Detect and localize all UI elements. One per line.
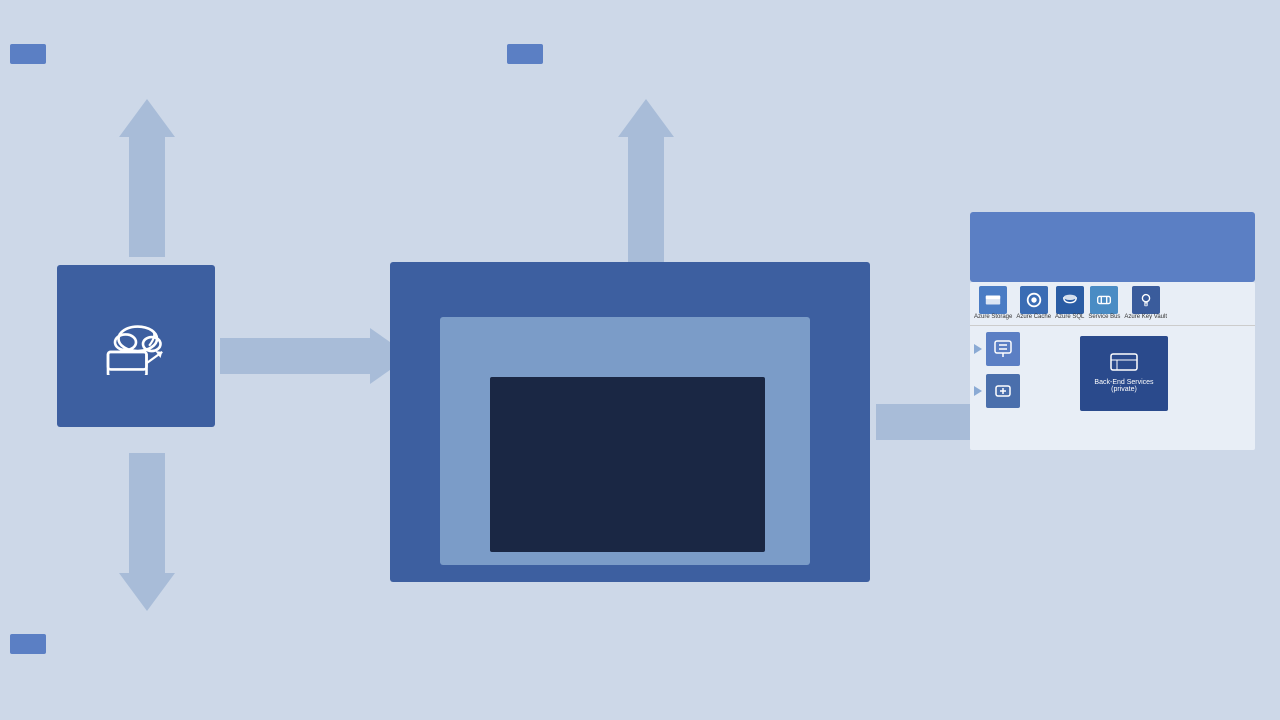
active-directory-label <box>507 44 543 64</box>
management-icon <box>986 332 1020 366</box>
traffic-manager-label <box>10 44 46 64</box>
back-end-services-box: Back-End Services(private) <box>1080 336 1168 411</box>
azure-storage-label: Azure Storage <box>974 314 1012 320</box>
azure-key-vault-icon <box>1132 286 1160 314</box>
app-service-box <box>440 317 810 565</box>
azure-storage-icon <box>979 286 1007 314</box>
power-platform-diagram: Azure Storage Azure Cache Azure SQL Serv… <box>970 282 1255 450</box>
app-service-title <box>440 317 810 335</box>
traffic-manager-arrow-up <box>119 99 175 257</box>
power-icon-row: Azure Storage Azure Cache Azure SQL Serv… <box>970 282 1255 326</box>
cdn-arrow-down <box>119 453 175 611</box>
azure-cache-icon <box>1020 286 1048 314</box>
browser-icon <box>101 320 171 380</box>
power-cluster-title <box>970 212 1255 232</box>
browser-to-cluster-arrow <box>220 328 410 384</box>
browser-box <box>57 265 215 427</box>
azure-cache-label: Azure Cache <box>1016 314 1051 320</box>
web-cluster-title <box>390 262 870 282</box>
back-end-services-label: Back-End Services(private) <box>1092 377 1155 395</box>
service-bus-label: Service Bus <box>1088 314 1120 320</box>
azure-key-vault-label: Azure Key Vault <box>1124 314 1167 320</box>
internal-api-icon <box>986 374 1020 408</box>
aspnet-box <box>490 377 765 552</box>
cdn-label <box>10 634 46 654</box>
power-cluster-box <box>970 212 1255 282</box>
web-cluster-box <box>390 262 870 582</box>
service-bus-icon <box>1090 286 1118 314</box>
azure-sql-label: Azure SQL <box>1055 314 1084 320</box>
azure-sql-icon <box>1056 286 1084 314</box>
